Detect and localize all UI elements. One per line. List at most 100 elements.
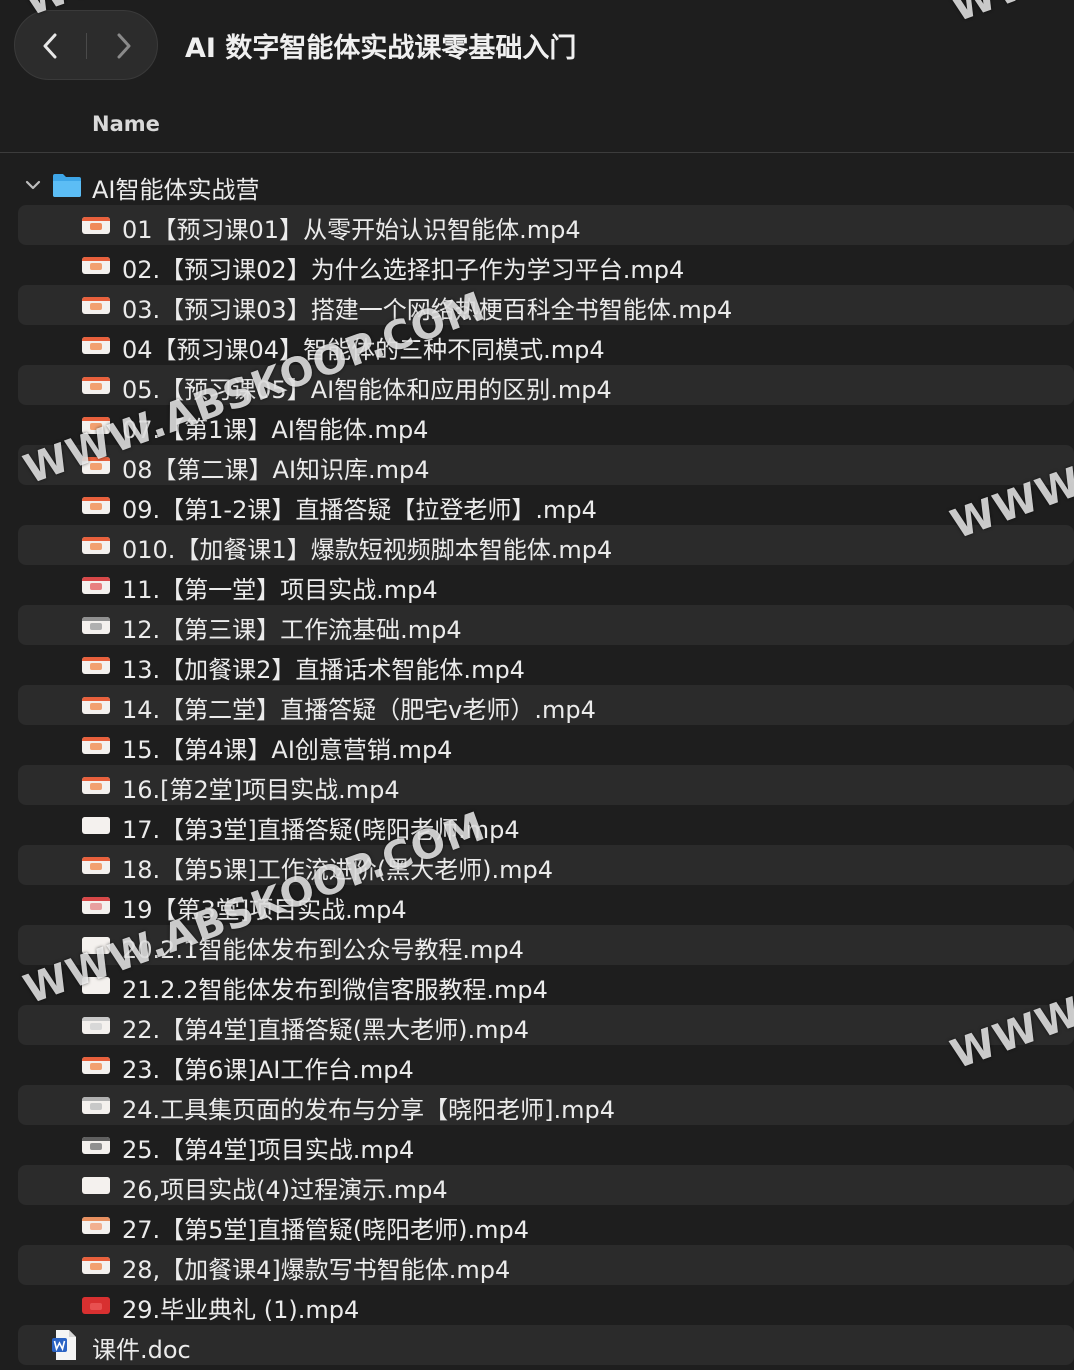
- file-row[interactable]: 24.工具集页面的发布与分享【晓阳老师].mp4: [18, 1085, 1074, 1125]
- video-file-icon: [82, 897, 110, 914]
- file-name: 05.【预习课05】AI智能体和应用的区别.mp4: [122, 376, 612, 404]
- file-name: 02.【预习课02】为什么选择扣子作为学习平台.mp4: [122, 256, 685, 284]
- thumbnail-mark: [90, 703, 102, 710]
- thumbnail-strip: [82, 217, 110, 221]
- thumbnail-mark: [90, 223, 102, 230]
- file-row[interactable]: 19【第3堂]项目实战.mp4: [18, 885, 1074, 925]
- folder-icon: [53, 174, 81, 197]
- video-file-icon: [82, 1217, 110, 1234]
- toolbar: AI 数字智能体实战课零基础入门: [0, 0, 1074, 92]
- file-row[interactable]: 07.【第1课】AI智能体.mp4: [18, 405, 1074, 445]
- file-row[interactable]: 17.【第3堂]直播答疑(晓阳老师.mp4: [18, 805, 1074, 845]
- thumbnail-strip: [82, 297, 110, 301]
- file-row[interactable]: 04【预习课04】智能体的三种不同模式.mp4: [18, 325, 1074, 365]
- thumbnail-strip: [82, 1057, 110, 1061]
- file-row[interactable]: 03.【预习课03】搭建一个网络热梗百科全书智能体.mp4: [18, 285, 1074, 325]
- thumbnail-strip: [82, 337, 110, 341]
- file-name: 04【预习课04】智能体的三种不同模式.mp4: [122, 336, 605, 364]
- video-file-icon: [82, 937, 110, 954]
- file-row[interactable]: 13.【加餐课2】直播话术智能体.mp4: [18, 645, 1074, 685]
- column-header: Name: [0, 100, 1074, 153]
- file-row[interactable]: 23.【第6课]AI工作台.mp4: [18, 1045, 1074, 1085]
- thumbnail-mark: [90, 383, 102, 390]
- file-row[interactable]: 课件.doc: [18, 1325, 1074, 1365]
- file-row[interactable]: 20.2.1智能体发布到公众号教程.mp4: [18, 925, 1074, 965]
- thumbnail-mark: [90, 623, 102, 630]
- thumbnail-strip: [82, 537, 110, 541]
- video-file-icon: [82, 817, 110, 834]
- file-name: 27.【第5堂]直播管疑(晓阳老师).mp4: [122, 1216, 530, 1244]
- navigation-controls: [14, 10, 158, 80]
- thumbnail-mark: [90, 1143, 102, 1150]
- file-row[interactable]: 12.【第三课】工作流基础.mp4: [18, 605, 1074, 645]
- column-header-name[interactable]: Name: [92, 112, 160, 136]
- file-row[interactable]: 14.【第二堂】直播答疑（肥宅v老师）.mp4: [18, 685, 1074, 725]
- video-file-icon: [82, 1017, 110, 1034]
- file-row[interactable]: 26,项目实战(4)过程演示.mp4: [18, 1165, 1074, 1205]
- file-row[interactable]: 18.【第5课]工作流进阶(黑大老师).mp4: [18, 845, 1074, 885]
- video-file-icon: [82, 577, 110, 594]
- file-row[interactable]: 09.【第1-2课】直播答疑【拉登老师】.mp4: [18, 485, 1074, 525]
- video-file-icon: [82, 1177, 110, 1194]
- video-file-icon: [82, 777, 110, 794]
- thumbnail-mark: [90, 863, 102, 870]
- file-name: 01【预习课01】从零开始认识智能体.mp4: [122, 216, 581, 244]
- file-row[interactable]: 010.【加餐课1】爆款短视频脚本智能体.mp4: [18, 525, 1074, 565]
- file-name: 08【第二课】AI知识库.mp4: [122, 456, 430, 484]
- file-name: 03.【预习课03】搭建一个网络热梗百科全书智能体.mp4: [122, 296, 733, 324]
- thumbnail-strip: [82, 497, 110, 501]
- file-name: 17.【第3堂]直播答疑(晓阳老师.mp4: [122, 816, 520, 844]
- thumbnail-strip: [82, 1217, 110, 1221]
- thumbnail-strip: [82, 977, 110, 981]
- file-row[interactable]: 27.【第5堂]直播管疑(晓阳老师).mp4: [18, 1205, 1074, 1245]
- window-title: AI 数字智能体实战课零基础入门: [185, 33, 577, 64]
- chevron-down-icon[interactable]: [24, 176, 42, 194]
- video-file-icon: [82, 737, 110, 754]
- thumbnail-mark: [90, 1183, 102, 1190]
- video-file-icon: [82, 1137, 110, 1154]
- video-file-icon: [82, 257, 110, 274]
- file-row[interactable]: 01【预习课01】从零开始认识智能体.mp4: [18, 205, 1074, 245]
- thumbnail-mark: [90, 343, 102, 350]
- thumbnail-strip: [82, 1017, 110, 1021]
- file-row[interactable]: 11.【第一堂】项目实战.mp4: [18, 565, 1074, 605]
- thumbnail-mark: [90, 1263, 102, 1270]
- thumbnail-mark: [90, 543, 102, 550]
- thumbnail-strip: [82, 377, 110, 381]
- thumbnail-mark: [90, 1063, 102, 1070]
- file-row[interactable]: 15.【第4课】AI创意营销.mp4: [18, 725, 1074, 765]
- back-button[interactable]: [15, 11, 87, 79]
- forward-button[interactable]: [87, 11, 159, 79]
- file-row[interactable]: 25.【第4堂]项目实战.mp4: [18, 1125, 1074, 1165]
- file-name: 课件.doc: [92, 1336, 191, 1364]
- thumbnail-mark: [90, 903, 102, 910]
- thumbnail-mark: [90, 783, 102, 790]
- file-row[interactable]: 28,【加餐课4]爆款写书智能体.mp4: [18, 1245, 1074, 1285]
- file-name: 07.【第1课】AI智能体.mp4: [122, 416, 429, 444]
- file-row[interactable]: 16.[第2堂]项目实战.mp4: [18, 765, 1074, 805]
- video-file-icon: [82, 417, 110, 434]
- file-row[interactable]: 22.【第4堂]直播答疑(黑大老师).mp4: [18, 1005, 1074, 1045]
- thumbnail-mark: [90, 503, 102, 510]
- file-name: 09.【第1-2课】直播答疑【拉登老师】.mp4: [122, 496, 597, 524]
- thumbnail-strip: [82, 577, 110, 581]
- file-name: 14.【第二堂】直播答疑（肥宅v老师）.mp4: [122, 696, 596, 724]
- thumbnail-strip: [82, 657, 110, 661]
- video-file-icon: [82, 1297, 110, 1314]
- file-name: 010.【加餐课1】爆款短视频脚本智能体.mp4: [122, 536, 613, 564]
- thumbnail-mark: [90, 1103, 102, 1110]
- folder-row[interactable]: AI智能体实战营: [18, 165, 1074, 205]
- file-row[interactable]: 29.毕业典礼 (1).mp4: [18, 1285, 1074, 1325]
- file-name: 13.【加餐课2】直播话术智能体.mp4: [122, 656, 525, 684]
- thumbnail-strip: [82, 617, 110, 621]
- file-name: 23.【第6课]AI工作台.mp4: [122, 1056, 414, 1084]
- thumbnail-strip: [82, 1257, 110, 1261]
- thumbnail-strip: [82, 897, 110, 901]
- file-row[interactable]: 05.【预习课05】AI智能体和应用的区别.mp4: [18, 365, 1074, 405]
- file-row[interactable]: 02.【预习课02】为什么选择扣子作为学习平台.mp4: [18, 245, 1074, 285]
- thumbnail-mark: [90, 743, 102, 750]
- file-name: 22.【第4堂]直播答疑(黑大老师).mp4: [122, 1016, 530, 1044]
- file-row[interactable]: 08【第二课】AI知识库.mp4: [18, 445, 1074, 485]
- file-name: 18.【第5课]工作流进阶(黑大老师).mp4: [122, 856, 554, 884]
- file-row[interactable]: 21.2.2智能体发布到微信客服教程.mp4: [18, 965, 1074, 1005]
